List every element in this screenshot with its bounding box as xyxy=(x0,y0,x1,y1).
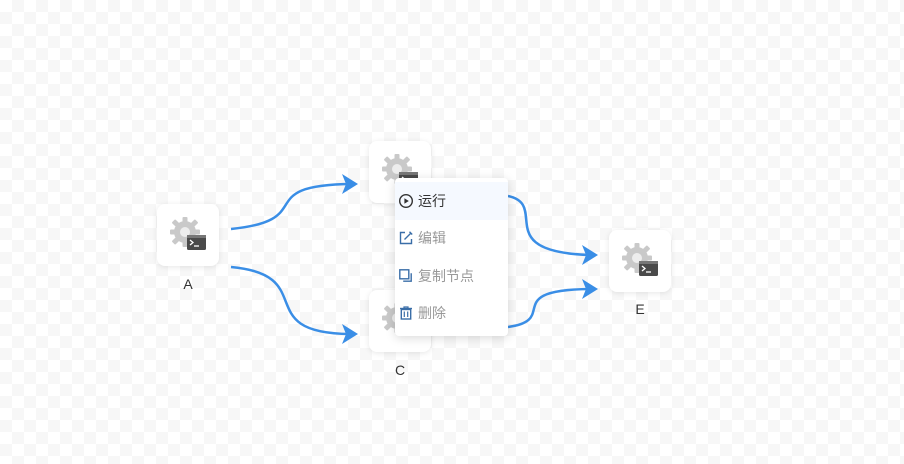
menu-item-run[interactable]: 运行 xyxy=(395,182,508,220)
node-e[interactable] xyxy=(609,230,671,292)
menu-item-copy-node-label: 复制节点 xyxy=(418,268,474,285)
node-e-label: E xyxy=(635,301,645,317)
play-circle-icon xyxy=(398,193,414,208)
menu-item-copy-node[interactable]: 复制节点 xyxy=(395,257,508,295)
edge-a-c[interactable] xyxy=(230,265,351,336)
edge-c-e[interactable] xyxy=(507,287,591,329)
node-c-label: C xyxy=(394,362,406,378)
node-context-menu: 运行 编辑 复制节点 删除 xyxy=(395,178,508,336)
node-a[interactable] xyxy=(157,204,219,266)
edge-b-e[interactable] xyxy=(507,194,591,257)
node-a-label: A xyxy=(183,276,193,292)
menu-item-edit-label: 编辑 xyxy=(418,231,446,248)
edge-a-b[interactable] xyxy=(230,182,353,231)
trash-icon xyxy=(400,306,412,320)
edit-icon xyxy=(399,231,413,245)
copy-icon xyxy=(399,268,412,282)
menu-item-edit[interactable]: 编辑 xyxy=(395,220,508,258)
flow-canvas[interactable]: A C E 运行 编辑 复制节点 删除 xyxy=(0,0,904,464)
gear-terminal-icon xyxy=(170,217,206,250)
gear-terminal-icon xyxy=(622,243,658,276)
menu-item-delete[interactable]: 删除 xyxy=(395,295,508,333)
menu-item-delete-label: 删除 xyxy=(418,306,446,323)
menu-item-run-label: 运行 xyxy=(418,193,446,210)
